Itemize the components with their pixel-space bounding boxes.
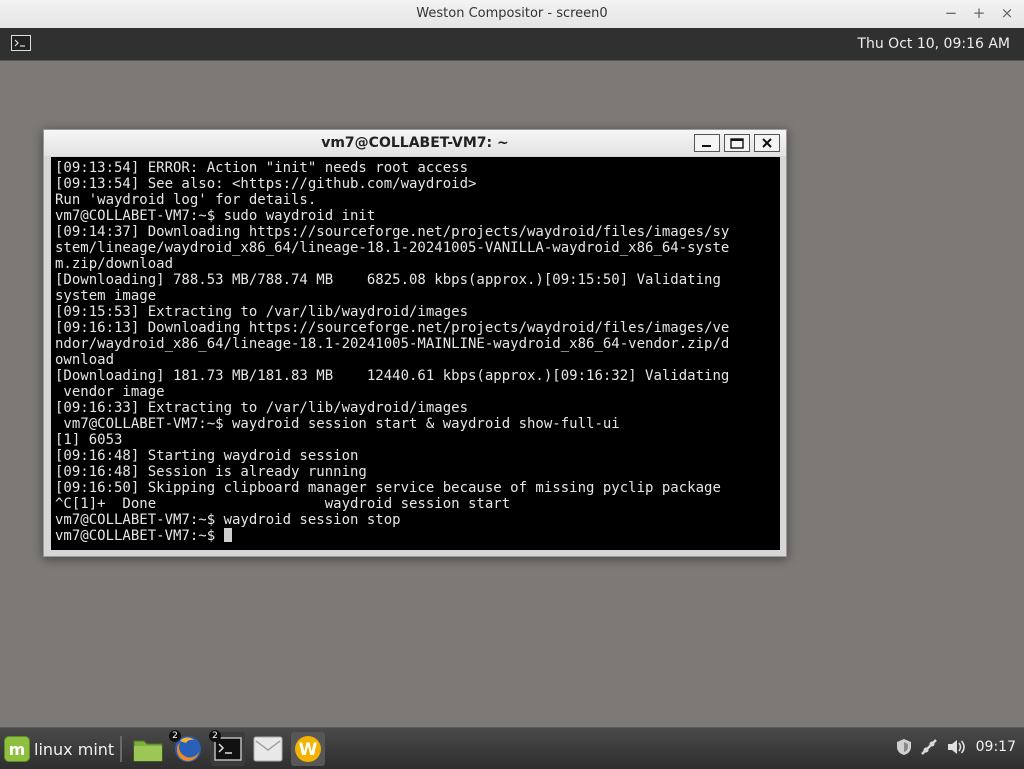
terminal-line: stem/lineage/waydroid_x86_64/lineage-18.… <box>55 240 730 256</box>
terminal-line: m.zip/download <box>55 256 174 272</box>
close-icon <box>762 138 772 148</box>
weston-window-controls: − + × <box>944 4 1014 22</box>
volume-icon[interactable] <box>946 738 966 756</box>
menu-button[interactable]: m linux mint <box>4 735 114 763</box>
system-tray: 09:17 <box>896 738 1016 756</box>
firefox-badge: 2 <box>169 730 181 742</box>
terminal-launcher-icon[interactable] <box>11 35 31 51</box>
terminal-task[interactable]: 2 <box>209 730 245 766</box>
terminal-cursor <box>223 528 232 542</box>
terminal-line: [09:16:13] Downloading https://sourcefor… <box>55 320 730 336</box>
weston-window-titlebar: Weston Compositor - screen0 − + × <box>0 0 1024 29</box>
mail-icon <box>253 736 283 762</box>
terminal-titlebar[interactable]: vm7@COLLABET-VM7: ~ <box>44 130 786 156</box>
terminal-output[interactable]: [09:13:54] ERROR: Action "init" needs ro… <box>51 157 780 550</box>
panel-clock: Thu Oct 10, 09:16 AM <box>857 36 1010 52</box>
weston-window-title: Weston Compositor - screen0 <box>416 6 608 21</box>
terminal-line: system image <box>55 288 157 304</box>
terminal-line: [09:16:33] Extracting to /var/lib/waydro… <box>55 400 469 416</box>
firefox-launcher[interactable]: 2 <box>169 730 205 766</box>
terminal-line: vm7@COLLABET-VM7:~$ sudo waydroid init <box>55 208 376 224</box>
shield-icon[interactable] <box>896 738 912 756</box>
mint-logo-icon: m <box>4 736 30 762</box>
waydroid-icon: W <box>295 736 321 762</box>
taskbar-clock: 09:17 <box>975 739 1016 755</box>
terminal-line: Run 'waydroid log' for details. <box>55 192 317 208</box>
terminal-line: vm7@COLLABET-VM7:~$ waydroid session sto… <box>55 512 401 528</box>
terminal-close-button[interactable] <box>754 134 780 152</box>
terminal-line: [09:16:48] Session is already running <box>55 464 367 480</box>
network-icon[interactable] <box>920 738 938 756</box>
terminal-line: [09:14:37] Downloading https://sourcefor… <box>55 224 730 240</box>
terminal-window[interactable]: vm7@COLLABET-VM7: ~ [09:13:54] ERROR: Ac… <box>43 129 787 557</box>
terminal-line: [09:13:54] See also: <https://github.com… <box>55 176 477 192</box>
files-launcher[interactable] <box>131 732 165 766</box>
terminal-title: vm7@COLLABET-VM7: ~ <box>321 135 509 151</box>
waydroid-task[interactable]: W <box>291 732 325 766</box>
terminal-line: [09:16:50] Skipping clipboard manager se… <box>55 480 721 496</box>
terminal-line: [1] 6053 <box>55 432 123 448</box>
folder-icon <box>133 740 163 762</box>
terminal-line: [09:13:54] ERROR: Action "init" needs ro… <box>55 160 469 176</box>
svg-text:W: W <box>299 740 318 760</box>
taskbar: m linux mint 2 2 W 09:17 <box>0 727 1024 769</box>
minimize-button[interactable]: − <box>944 4 958 22</box>
terminal-text: [09:13:54] ERROR: Action "init" needs ro… <box>51 157 780 544</box>
terminal-line: [Downloading] 788.53 MB/788.74 MB 6825.0… <box>55 272 721 288</box>
terminal-maximize-button[interactable] <box>724 134 750 152</box>
terminal-line: [09:15:53] Extracting to /var/lib/waydro… <box>55 304 469 320</box>
terminal-line: [09:16:48] Starting waydroid session <box>55 448 359 464</box>
terminal-minimize-button[interactable] <box>694 134 720 152</box>
terminal-prompt: vm7@COLLABET-VM7:~$ <box>55 528 224 544</box>
terminal-badge: 2 <box>209 730 221 742</box>
terminal-line: ndor/waydroid_x86_64/lineage-18.1-202410… <box>55 336 730 352</box>
maximize-icon <box>730 137 744 149</box>
terminal-line: [Downloading] 181.73 MB/181.83 MB 12440.… <box>55 368 730 384</box>
maximize-button[interactable]: + <box>972 4 986 22</box>
terminal-line: ownload <box>55 352 115 368</box>
terminal-line: ^C[1]+ Done waydroid session start <box>55 496 511 512</box>
mail-launcher[interactable] <box>251 732 285 766</box>
terminal-line: vendor image <box>63 384 165 400</box>
taskbar-separator <box>120 736 122 762</box>
close-button[interactable]: × <box>1000 4 1014 22</box>
weston-panel: Thu Oct 10, 09:16 AM <box>0 28 1024 61</box>
menu-label: linux mint <box>34 739 115 759</box>
minimize-icon <box>702 145 711 147</box>
terminal-line: vm7@COLLABET-VM7:~$ waydroid session sta… <box>63 416 620 432</box>
